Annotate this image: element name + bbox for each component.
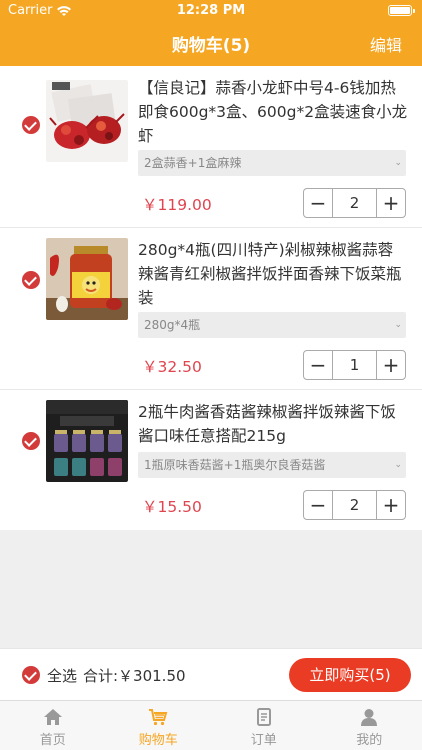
- cart-footer: 全选 合计:￥301.50 立即购买(5): [0, 648, 422, 700]
- cart-item: 2瓶牛肉酱香菇酱辣椒酱拌饭辣酱下饭酱口味任意搭配215g 1瓶原味香菇酱+1瓶奥…: [0, 390, 422, 530]
- tab-label: 订单: [250, 733, 277, 748]
- tab-label: 首页: [39, 733, 66, 748]
- total-amount: 合计:￥301.50: [83, 667, 186, 685]
- product-image-mushroom-sauce[interactable]: [46, 400, 128, 482]
- select-all-checkbox-icon[interactable]: [22, 666, 40, 684]
- decrease-button[interactable]: −: [304, 491, 332, 519]
- tab-bar: 首页 购物车 订单 我的: [0, 700, 422, 750]
- spec-select[interactable]: 2盒蒜香+1盒麻辣 ⌄: [138, 150, 406, 176]
- tab-orders[interactable]: 订单: [211, 701, 317, 750]
- spec-value: 280g*4瓶: [144, 318, 201, 332]
- spec-select[interactable]: 280g*4瓶 ⌄: [138, 312, 406, 338]
- quantity-value[interactable]: 2: [332, 189, 377, 217]
- product-price: ￥119.00: [142, 196, 212, 214]
- decrease-button[interactable]: −: [304, 189, 332, 217]
- cart-item: 【信良记】蒜香小龙虾中号4-6钱加热即食600g*3盒、600g*2盒装速食小龙…: [0, 66, 422, 228]
- product-price: ￥32.50: [142, 358, 202, 376]
- edit-button[interactable]: 编辑: [370, 32, 402, 56]
- cart-icon: [149, 709, 168, 726]
- chevron-down-icon: ⌄: [394, 158, 402, 168]
- product-price: ￥15.50: [142, 498, 202, 516]
- quantity-value[interactable]: 1: [332, 351, 377, 379]
- item-checkbox-checked-icon[interactable]: [22, 271, 40, 289]
- chevron-down-icon: ⌄: [394, 460, 402, 470]
- spec-value: 2盒蒜香+1盒麻辣: [144, 156, 242, 170]
- select-all-label[interactable]: 全选: [47, 665, 77, 686]
- nav-header: Carrier 12:28 PM 购物车(5) 编辑: [0, 0, 422, 66]
- increase-button[interactable]: +: [377, 189, 405, 217]
- spec-value: 1瓶原味香菇酱+1瓶奥尔良香菇酱: [144, 458, 326, 472]
- status-time: 12:28 PM: [176, 3, 246, 18]
- quantity-value[interactable]: 2: [332, 491, 377, 519]
- tab-label: 我的: [356, 733, 383, 748]
- item-checkbox-checked-icon[interactable]: [22, 432, 40, 450]
- mushroom-sauce-image: [46, 400, 128, 482]
- status-bar: Carrier 12:28 PM: [0, 0, 422, 22]
- tab-home[interactable]: 首页: [0, 701, 106, 750]
- user-icon: [361, 709, 378, 726]
- buy-now-button[interactable]: 立即购买(5): [289, 658, 411, 692]
- tab-cart[interactable]: 购物车: [106, 701, 212, 750]
- chili-sauce-image: [46, 238, 128, 320]
- product-image-chili-sauce[interactable]: [46, 238, 128, 320]
- product-name[interactable]: 280g*4瓶(四川特产)剁椒辣椒酱蒜蓉辣酱青红剁椒酱拌饭拌面香辣下饭菜瓶装: [138, 238, 408, 310]
- product-name[interactable]: 2瓶牛肉酱香菇酱辣椒酱拌饭辣酱下饭酱口味任意搭配215g: [138, 400, 408, 448]
- order-icon: [256, 708, 271, 726]
- cart-list: 【信良记】蒜香小龙虾中号4-6钱加热即食600g*3盒、600g*2盒装速食小龙…: [0, 66, 422, 530]
- tab-label: 购物车: [138, 733, 178, 748]
- item-checkbox-checked-icon[interactable]: [22, 116, 40, 134]
- crayfish-image: [46, 80, 128, 162]
- chevron-down-icon: ⌄: [394, 320, 402, 330]
- increase-button[interactable]: +: [377, 491, 405, 519]
- spec-select[interactable]: 1瓶原味香菇酱+1瓶奥尔良香菇酱 ⌄: [138, 452, 406, 478]
- quantity-stepper: − 1 +: [303, 350, 406, 380]
- quantity-stepper: − 2 +: [303, 188, 406, 218]
- decrease-button[interactable]: −: [304, 351, 332, 379]
- home-icon: [43, 709, 62, 725]
- quantity-stepper: − 2 +: [303, 490, 406, 520]
- page-title: 购物车(5): [171, 36, 251, 56]
- product-image-crayfish[interactable]: [46, 80, 128, 162]
- increase-button[interactable]: +: [377, 351, 405, 379]
- battery-icon: [388, 5, 415, 16]
- tab-profile[interactable]: 我的: [317, 701, 422, 750]
- product-name[interactable]: 【信良记】蒜香小龙虾中号4-6钱加热即食600g*3盒、600g*2盒装速食小龙…: [138, 76, 408, 148]
- cart-item: 280g*4瓶(四川特产)剁椒辣椒酱蒜蓉辣酱青红剁椒酱拌饭拌面香辣下饭菜瓶装 2…: [0, 228, 422, 390]
